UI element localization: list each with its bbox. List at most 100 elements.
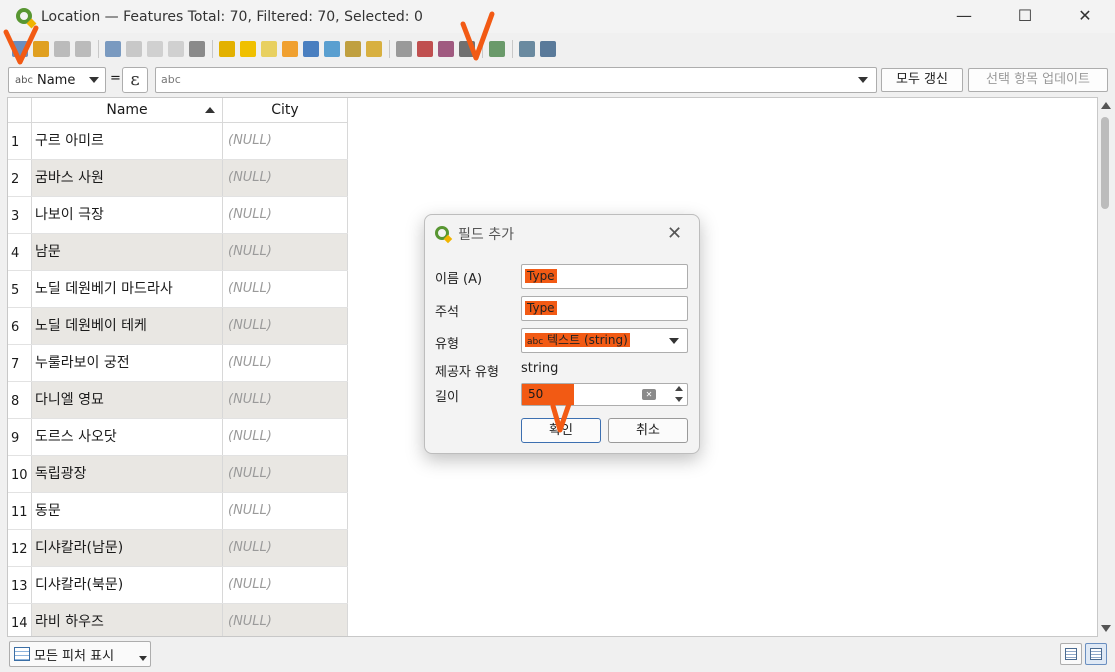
cell-name[interactable]: 나보이 극장 — [32, 197, 223, 233]
cell-name[interactable]: 독립광장 — [32, 456, 223, 492]
save-edits-icon[interactable] — [54, 41, 70, 57]
row-number[interactable]: 4 — [8, 234, 32, 270]
cell-city[interactable]: (NULL) — [223, 456, 348, 492]
show-all-features-button[interactable]: 모든 피처 표시 — [9, 641, 151, 667]
cell-city[interactable]: (NULL) — [223, 493, 348, 529]
refresh-all-button[interactable]: 모두 갱신 — [881, 68, 963, 92]
select-by-expression-icon[interactable] — [219, 41, 235, 57]
zoom-to-selection-icon[interactable] — [366, 41, 382, 57]
cell-name[interactable]: 도르스 사오닷 — [32, 419, 223, 455]
invert-selection-icon[interactable] — [261, 41, 277, 57]
delete-feature-icon[interactable] — [126, 41, 142, 57]
cell-name[interactable]: 동문 — [32, 493, 223, 529]
cell-city[interactable]: (NULL) — [223, 530, 348, 566]
row-number[interactable]: 9 — [8, 419, 32, 455]
actions-icon[interactable] — [519, 41, 535, 57]
row-number[interactable]: 12 — [8, 530, 32, 566]
paste-icon[interactable] — [189, 41, 205, 57]
row-number[interactable]: 6 — [8, 308, 32, 344]
row-number[interactable]: 11 — [8, 493, 32, 529]
spin-buttons[interactable] — [673, 385, 685, 404]
cell-city[interactable]: (NULL) — [223, 160, 348, 196]
table-row[interactable]: 3 나보이 극장 (NULL) — [8, 197, 348, 234]
cell-city[interactable]: (NULL) — [223, 604, 348, 636]
cell-name[interactable]: 라비 하우즈 — [32, 604, 223, 636]
edit-field-icon[interactable] — [438, 41, 454, 57]
deselect-icon[interactable] — [282, 41, 298, 57]
scroll-up-icon[interactable] — [1101, 102, 1111, 109]
name-field[interactable]: Type — [521, 264, 688, 289]
cell-city[interactable]: (NULL) — [223, 419, 348, 455]
table-row[interactable]: 8 다니엘 영묘 (NULL) — [8, 382, 348, 419]
row-number[interactable]: 1 — [8, 123, 32, 159]
minimize-button[interactable]: — — [942, 4, 986, 28]
cell-city[interactable]: (NULL) — [223, 567, 348, 603]
cell-name[interactable]: 노딜 데원베이 테케 — [32, 308, 223, 344]
type-select[interactable]: abc 텍스트 (string) — [521, 328, 688, 353]
dialog-close-icon[interactable]: ✕ — [667, 223, 682, 244]
row-number[interactable]: 3 — [8, 197, 32, 233]
update-selected-button[interactable]: 선택 항목 업데이트 — [968, 68, 1108, 92]
table-view-button[interactable] — [1085, 643, 1107, 665]
row-number[interactable]: 8 — [8, 382, 32, 418]
scroll-down-icon[interactable] — [1101, 625, 1111, 632]
reload-icon[interactable] — [75, 41, 91, 57]
select-all-icon[interactable] — [240, 41, 256, 57]
filter-icon[interactable] — [303, 41, 319, 57]
cell-city[interactable]: (NULL) — [223, 197, 348, 233]
expression-button[interactable]: ε — [122, 67, 148, 93]
table-row[interactable]: 2 굼바스 사원 (NULL) — [8, 160, 348, 197]
column-header-name[interactable]: Name — [32, 98, 223, 123]
cell-city[interactable]: (NULL) — [223, 345, 348, 381]
clear-icon[interactable]: ✕ — [642, 389, 656, 400]
row-number[interactable]: 13 — [8, 567, 32, 603]
delete-field-icon[interactable] — [417, 41, 433, 57]
table-row[interactable]: 13 디샤칼라(북문) (NULL) — [8, 567, 348, 604]
table-row[interactable]: 1 구르 아미르 (NULL) — [8, 123, 348, 160]
row-number[interactable]: 2 — [8, 160, 32, 196]
cell-name[interactable]: 노딜 데원베기 마드라사 — [32, 271, 223, 307]
value-input[interactable]: abc — [155, 67, 877, 93]
row-number[interactable]: 14 — [8, 604, 32, 636]
cell-name[interactable]: 남문 — [32, 234, 223, 270]
column-header-city[interactable]: City — [223, 98, 348, 123]
table-row[interactable]: 4 남문 (NULL) — [8, 234, 348, 271]
table-row[interactable]: 10 독립광장 (NULL) — [8, 456, 348, 493]
table-row[interactable]: 11 동문 (NULL) — [8, 493, 348, 530]
form-view-button[interactable] — [1060, 643, 1082, 665]
close-button[interactable]: ✕ — [1063, 4, 1107, 28]
new-field-icon[interactable] — [396, 41, 412, 57]
row-number[interactable]: 7 — [8, 345, 32, 381]
field-select[interactable]: abc Name — [8, 67, 106, 93]
add-feature-icon[interactable] — [105, 41, 121, 57]
cell-name[interactable]: 굼바스 사원 — [32, 160, 223, 196]
pan-to-selection-icon[interactable] — [345, 41, 361, 57]
cell-city[interactable]: (NULL) — [223, 123, 348, 159]
table-corner[interactable] — [8, 98, 32, 123]
cell-city[interactable]: (NULL) — [223, 308, 348, 344]
scroll-thumb[interactable] — [1101, 117, 1109, 209]
cell-city[interactable]: (NULL) — [223, 382, 348, 418]
cut-icon[interactable] — [147, 41, 163, 57]
cell-name[interactable]: 누룰라보이 궁전 — [32, 345, 223, 381]
cancel-button[interactable]: 취소 — [608, 418, 688, 443]
row-number[interactable]: 10 — [8, 456, 32, 492]
dock-icon[interactable] — [540, 41, 556, 57]
table-row[interactable]: 7 누룰라보이 궁전 (NULL) — [8, 345, 348, 382]
copy-icon[interactable] — [168, 41, 184, 57]
move-selection-top-icon[interactable] — [324, 41, 340, 57]
cell-city[interactable]: (NULL) — [223, 234, 348, 270]
cell-city[interactable]: (NULL) — [223, 271, 348, 307]
cell-name[interactable]: 구르 아미르 — [32, 123, 223, 159]
table-row[interactable]: 12 디샤칼라(남문) (NULL) — [8, 530, 348, 567]
table-row[interactable]: 9 도르스 사오닷 (NULL) — [8, 419, 348, 456]
cell-name[interactable]: 디샤칼라(북문) — [32, 567, 223, 603]
cell-name[interactable]: 디샤칼라(남문) — [32, 530, 223, 566]
spin-down-icon[interactable] — [675, 397, 683, 402]
row-number[interactable]: 5 — [8, 271, 32, 307]
table-row[interactable]: 5 노딜 데원베기 마드라사 (NULL) — [8, 271, 348, 308]
vertical-scrollbar[interactable] — [1098, 97, 1113, 637]
length-spinbox[interactable]: 50 ✕ — [521, 383, 688, 406]
spin-up-icon[interactable] — [675, 386, 683, 391]
maximize-button[interactable]: ☐ — [1003, 4, 1047, 28]
